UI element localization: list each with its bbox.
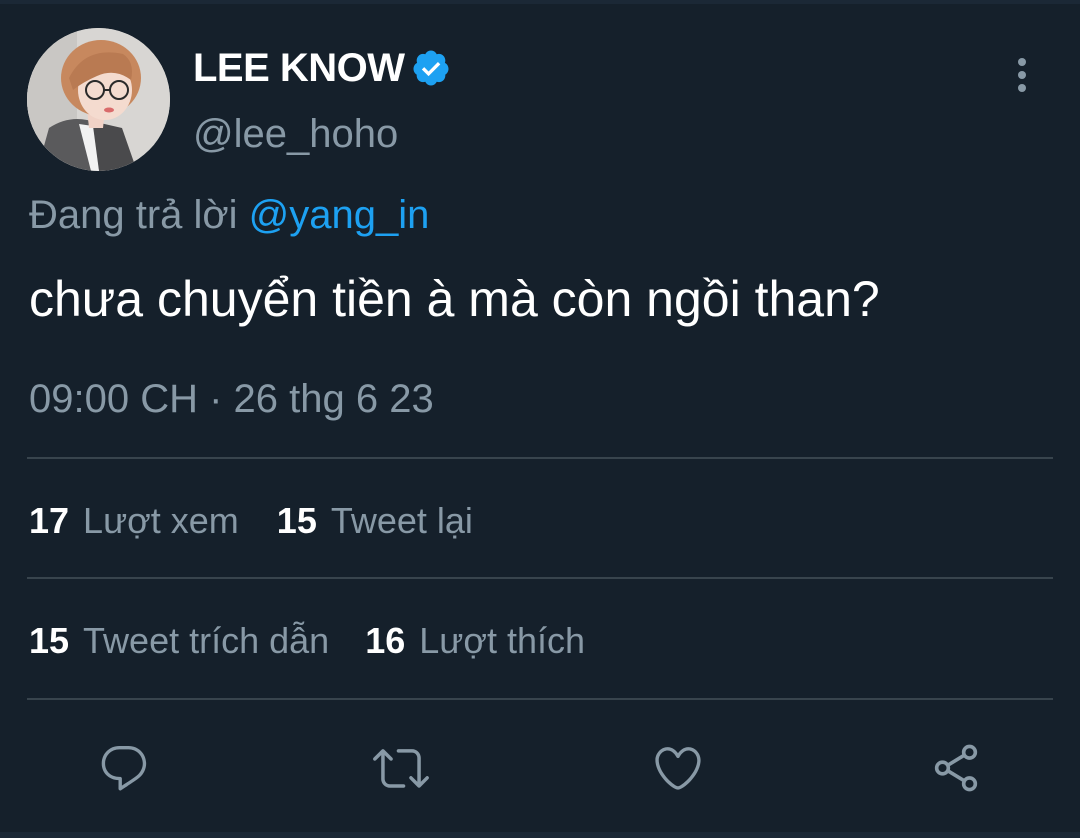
tweet-text: chưa chuyển tiền à mà còn ngồi than? [29, 271, 880, 327]
divider [27, 698, 1053, 700]
reply-bubble-icon [101, 746, 147, 791]
likes-count: 16 [365, 620, 406, 661]
reply-mention-link[interactable]: @yang_in [249, 193, 430, 237]
avatar[interactable] [27, 28, 170, 171]
stats-row-2: 15 Tweet trích dẫn 16 Lượt thích [29, 616, 585, 666]
views-label: Lượt xem [83, 500, 239, 541]
top-divider [0, 0, 1080, 4]
quote-tweets-stat[interactable]: 15 Tweet trích dẫn [29, 620, 329, 662]
share-button[interactable] [921, 733, 991, 803]
action-bar [0, 733, 1080, 803]
verified-badge-icon [411, 48, 451, 88]
retweet-button[interactable] [366, 733, 436, 803]
retweets-count: 15 [276, 500, 317, 541]
bottom-divider [0, 832, 1080, 838]
views-count: 17 [29, 500, 70, 541]
more-options-button[interactable] [1004, 56, 1040, 96]
stats-row-1: 17 Lượt xem 15 Tweet lại [29, 496, 473, 546]
author-name-row: LEE KNOW [193, 44, 451, 92]
reply-button[interactable] [89, 733, 159, 803]
retweet-icon [373, 749, 429, 788]
replying-to-label: Đang trả lời [29, 193, 238, 237]
display-name[interactable]: LEE KNOW [193, 46, 405, 91]
quote-tweets-count: 15 [29, 620, 70, 661]
share-icon [934, 744, 978, 792]
retweets-label: Tweet lại [330, 500, 473, 541]
heart-icon [655, 747, 701, 790]
more-vertical-icon [1018, 58, 1026, 92]
divider [27, 457, 1053, 459]
replying-to: Đang trả lời @yang_in [29, 193, 429, 238]
tweet-detail-screen: LEE KNOW @lee_hoho Đang trả lời @yang_in… [0, 0, 1080, 838]
quote-tweets-label: Tweet trích dẫn [83, 620, 330, 661]
retweets-stat[interactable]: 15 Tweet lại [277, 500, 473, 542]
tweet-timestamp[interactable]: 09:00 CH · 26 thg 6 23 [29, 377, 434, 422]
likes-label: Lượt thích [419, 620, 586, 661]
like-button[interactable] [643, 733, 713, 803]
likes-stat[interactable]: 16 Lượt thích [365, 620, 585, 662]
views-stat[interactable]: 17 Lượt xem [29, 500, 239, 542]
divider [27, 577, 1053, 579]
author-handle[interactable]: @lee_hoho [193, 112, 398, 157]
